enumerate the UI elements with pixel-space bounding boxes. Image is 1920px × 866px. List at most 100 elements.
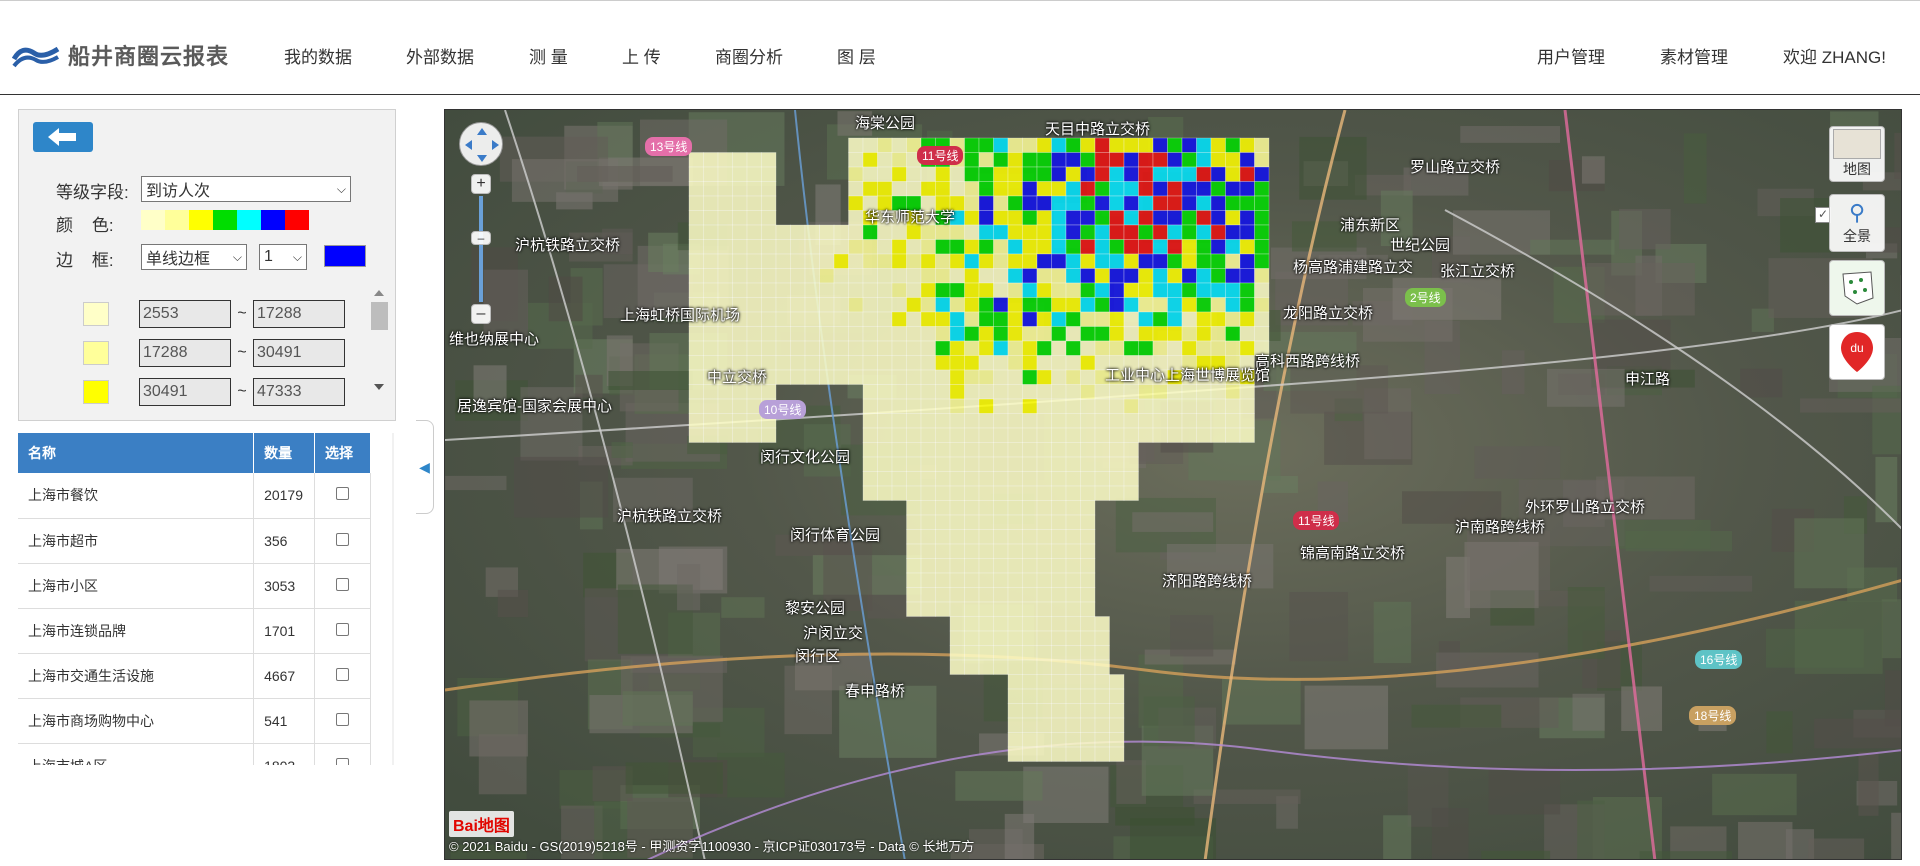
heat-cell[interactable] bbox=[688, 398, 704, 414]
row-select-checkbox[interactable] bbox=[336, 532, 350, 546]
heat-cell[interactable] bbox=[993, 601, 1009, 617]
row-select-checkbox[interactable] bbox=[336, 757, 350, 765]
heat-cell[interactable] bbox=[1138, 384, 1154, 400]
heat-cell[interactable] bbox=[1167, 239, 1183, 255]
heat-cell[interactable] bbox=[1167, 384, 1183, 400]
heat-cell[interactable] bbox=[920, 427, 936, 443]
heat-cell[interactable] bbox=[978, 253, 994, 269]
heat-cell[interactable] bbox=[935, 268, 951, 284]
heat-cell[interactable] bbox=[949, 384, 965, 400]
heat-cell[interactable] bbox=[1065, 181, 1081, 197]
heat-cell[interactable] bbox=[1138, 311, 1154, 327]
heat-cell[interactable] bbox=[978, 181, 994, 197]
heat-cell[interactable] bbox=[1181, 398, 1197, 414]
heat-cell[interactable] bbox=[1109, 137, 1125, 153]
heat-cell[interactable] bbox=[935, 427, 951, 443]
heat-cell[interactable] bbox=[1036, 253, 1052, 269]
heat-cell[interactable] bbox=[1239, 224, 1255, 240]
heat-cell[interactable] bbox=[1225, 398, 1241, 414]
heat-cell[interactable] bbox=[1123, 384, 1139, 400]
heat-cell[interactable] bbox=[978, 384, 994, 400]
heat-cell[interactable] bbox=[1225, 413, 1241, 429]
heat-cell[interactable] bbox=[891, 239, 907, 255]
heat-cell[interactable] bbox=[1094, 166, 1110, 182]
heat-cell[interactable] bbox=[1065, 732, 1081, 748]
heat-cell[interactable] bbox=[717, 166, 733, 182]
heat-cell[interactable] bbox=[978, 326, 994, 342]
heat-cell[interactable] bbox=[1036, 355, 1052, 371]
heat-cell[interactable] bbox=[964, 587, 980, 603]
heat-cell[interactable] bbox=[688, 195, 704, 211]
heat-cell[interactable] bbox=[949, 659, 965, 675]
heat-cell[interactable] bbox=[935, 253, 951, 269]
heat-cell[interactable] bbox=[906, 355, 922, 371]
heat-cell[interactable] bbox=[1051, 369, 1067, 385]
heat-cell[interactable] bbox=[949, 282, 965, 298]
heat-cell[interactable] bbox=[891, 181, 907, 197]
heat-cell[interactable] bbox=[1065, 630, 1081, 646]
heat-cell[interactable] bbox=[717, 210, 733, 226]
nav-material-management[interactable]: 素材管理 bbox=[1660, 43, 1728, 68]
heat-cell[interactable] bbox=[993, 500, 1009, 516]
heat-cell[interactable] bbox=[1022, 587, 1038, 603]
heat-cell[interactable] bbox=[848, 224, 864, 240]
heat-cell[interactable] bbox=[891, 485, 907, 501]
heat-cell[interactable] bbox=[935, 369, 951, 385]
heat-cell[interactable] bbox=[848, 297, 864, 313]
heat-cell[interactable] bbox=[1225, 340, 1241, 356]
heat-cell[interactable] bbox=[1065, 703, 1081, 719]
heat-cell[interactable] bbox=[1123, 152, 1139, 168]
heat-cell[interactable] bbox=[964, 340, 980, 356]
heat-cell[interactable] bbox=[1094, 253, 1110, 269]
heat-cell[interactable] bbox=[833, 239, 849, 255]
heat-cell[interactable] bbox=[1036, 514, 1052, 530]
heat-cell[interactable] bbox=[964, 268, 980, 284]
heat-cell[interactable] bbox=[688, 253, 704, 269]
heat-cell[interactable] bbox=[1094, 311, 1110, 327]
heat-cell[interactable] bbox=[906, 268, 922, 284]
heat-cell[interactable] bbox=[920, 326, 936, 342]
heat-cell[interactable] bbox=[1051, 543, 1067, 559]
heat-cell[interactable] bbox=[1022, 529, 1038, 545]
heat-cell[interactable] bbox=[1022, 384, 1038, 400]
heat-cell[interactable] bbox=[1210, 297, 1226, 313]
heat-cell[interactable] bbox=[906, 326, 922, 342]
heat-cell[interactable] bbox=[891, 384, 907, 400]
heat-cell[interactable] bbox=[703, 195, 719, 211]
heat-cell[interactable] bbox=[993, 326, 1009, 342]
heat-cell[interactable] bbox=[993, 645, 1009, 661]
heat-cell[interactable] bbox=[1138, 297, 1154, 313]
heat-cell[interactable] bbox=[1094, 485, 1110, 501]
heat-cell[interactable] bbox=[862, 485, 878, 501]
heat-cell[interactable] bbox=[891, 369, 907, 385]
heat-cell[interactable] bbox=[935, 471, 951, 487]
heat-cell[interactable] bbox=[891, 166, 907, 182]
heat-cell[interactable] bbox=[1080, 616, 1096, 632]
heat-cell[interactable] bbox=[1036, 529, 1052, 545]
heat-cell[interactable] bbox=[1225, 181, 1241, 197]
heat-cell[interactable] bbox=[1210, 166, 1226, 182]
heat-cell[interactable] bbox=[1181, 253, 1197, 269]
heat-cell[interactable] bbox=[1080, 297, 1096, 313]
legend-min-input[interactable]: 2553 bbox=[139, 300, 231, 328]
metro-line-tag[interactable]: 11号线 bbox=[1293, 511, 1340, 530]
heat-cell[interactable] bbox=[1065, 195, 1081, 211]
heat-cell[interactable] bbox=[877, 253, 893, 269]
heat-cell[interactable] bbox=[964, 311, 980, 327]
heat-cell[interactable] bbox=[1210, 384, 1226, 400]
nav-trade-area-analysis[interactable]: 商圈分析 bbox=[715, 43, 783, 68]
heat-cell[interactable] bbox=[891, 471, 907, 487]
heat-cell[interactable] bbox=[746, 224, 762, 240]
table-row[interactable]: 上海市小区 3053 bbox=[18, 563, 371, 609]
heat-cell[interactable] bbox=[761, 282, 777, 298]
heat-cell[interactable] bbox=[717, 340, 733, 356]
heat-cell[interactable] bbox=[1051, 587, 1067, 603]
heat-cell[interactable] bbox=[978, 529, 994, 545]
heat-cell[interactable] bbox=[1152, 224, 1168, 240]
heat-cell[interactable] bbox=[1051, 456, 1067, 472]
heat-cell[interactable] bbox=[1152, 427, 1168, 443]
heat-cell[interactable] bbox=[964, 616, 980, 632]
place-label[interactable]: 华东师范大学 bbox=[865, 206, 955, 227]
heat-cell[interactable] bbox=[1007, 413, 1023, 429]
heat-cell[interactable] bbox=[949, 369, 965, 385]
